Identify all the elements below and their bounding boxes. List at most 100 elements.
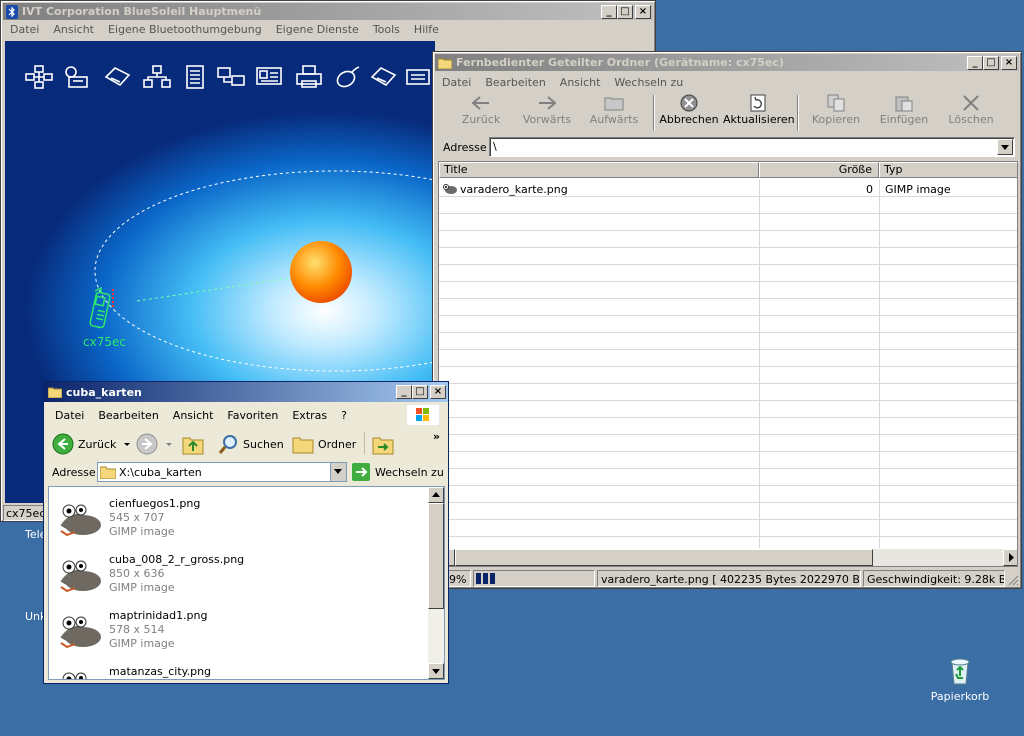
address-combobox[interactable]: \ [489,137,1015,157]
list-item[interactable]: matanzas_city.png [57,663,427,679]
minimize-button[interactable]: _ [396,385,412,399]
explorer-titlebar[interactable]: cuba_karten _ □ × [44,382,448,402]
grid-line [439,316,1017,333]
arrow-right-icon [539,96,556,110]
local-device-sun[interactable] [290,241,352,303]
arrow-left-icon [52,433,74,455]
folder-sync-icon[interactable] [372,433,394,455]
abort-button[interactable]: Abbrechen [659,93,719,133]
explorer-toolbar: Zurück Suchen Ordner » [48,430,444,458]
toolbar-overflow-icon[interactable]: » [433,430,440,443]
grid-line [439,384,1017,401]
column-type-label: Typ [884,163,903,176]
menu-datei[interactable]: Datei [3,23,46,36]
copy-icon [827,94,845,112]
go-button[interactable]: Wechseln zu [352,462,444,482]
grid-line [439,248,1017,265]
grid-line [439,469,1017,486]
file-dimensions: 850 x 636 [109,567,165,580]
forward-button[interactable]: Vorwärts [517,93,577,133]
column-title[interactable]: Title [439,162,759,178]
abort-label: Abbrechen [659,113,719,126]
chevron-down-icon[interactable] [164,439,174,449]
chevron-up-icon [432,492,440,497]
address-value: \ [493,140,497,153]
address-dropdown-button[interactable] [997,139,1013,155]
scroll-thumb[interactable] [455,549,873,566]
menu-bearbeiten[interactable]: Bearbeiten [91,409,165,422]
list-item[interactable]: cienfuegos1.png 545 x 707 GIMP image [57,495,427,551]
grid-line [439,265,1017,282]
forward-button[interactable] [136,432,174,456]
maximize-button[interactable]: □ [412,385,428,399]
phone-icon[interactable] [89,287,119,331]
bluetooth-icon [6,4,18,19]
horizontal-scrollbar[interactable] [439,549,1017,566]
paste-label: Einfügen [879,113,929,126]
search-button[interactable]: Suchen [218,432,284,456]
explorer-menubar: Datei Bearbeiten Ansicht Favoriten Extra… [48,406,446,424]
back-label: Zurück [78,437,117,451]
back-button[interactable]: Zurück [52,432,132,456]
menu-tools[interactable]: Tools [366,23,407,36]
menu-help[interactable]: ? [334,409,354,422]
menu-ansicht[interactable]: Ansicht [46,23,101,36]
gimp-file-icon [60,616,101,649]
vertical-scrollbar[interactable] [428,487,444,679]
table-row[interactable]: varadero_karte.png 0 GIMP image [439,181,1017,198]
menu-bluetoothumgebung[interactable]: Eigene Bluetoothumgebung [101,23,269,36]
status-speed-panel: Geschwindigkeit: 9.28k Bytes/s [863,570,1005,587]
file-name: varadero_karte.png [460,183,568,196]
delete-button[interactable]: Löschen [939,93,1003,133]
up-button[interactable]: Aufwärts [583,93,645,133]
menu-eigene-dienste[interactable]: Eigene Dienste [269,23,366,36]
scroll-right-button[interactable] [1003,549,1017,566]
back-button[interactable]: Zurück [451,93,511,133]
file-type: GIMP image [109,581,175,594]
scroll-up-button[interactable] [428,487,444,503]
scroll-thumb[interactable] [428,503,444,609]
chevron-right-icon [1009,553,1014,562]
bluesoleil-status-bar: cx75ec [3,505,45,521]
refresh-button[interactable]: Aktualisieren [723,93,795,133]
file-name: cienfuegos1.png [109,497,201,510]
scroll-down-button[interactable] [428,663,444,679]
list-item[interactable]: cuba_008_2_r_gross.png 850 x 636 GIMP imag… [57,551,427,607]
recycle-bin-label: Papierkorb [930,690,990,703]
folder-icon [292,437,314,454]
column-size[interactable]: Größe [759,162,879,178]
grid-line [439,418,1017,435]
remote-folder-status-bar: 19% varadero_karte.png [ 402235 Bytes 20… [437,570,1019,587]
remote-folder-window: Fernbedienter Geteilter Ordner (Gerätnam… [432,51,1022,589]
status-transfer: varadero_karte.png [ 402235 Bytes 202297… [601,573,860,586]
resize-grip-icon[interactable] [1007,574,1019,586]
paste-icon [895,96,913,112]
list-item[interactable]: maptrinidad1.png 578 x 514 GIMP image [57,607,427,663]
address-label: Adresse [443,141,487,154]
close-button[interactable]: × [430,385,446,399]
menu-datei[interactable]: Datei [48,409,91,422]
column-type[interactable]: Typ [879,162,1017,178]
paste-button[interactable]: Einfügen [871,93,937,133]
grid-line [439,503,1017,520]
file-type: GIMP image [109,525,175,538]
copy-button[interactable]: Kopieren [803,93,869,133]
explorer-title: cuba_karten [66,385,142,399]
grid-line [439,486,1017,503]
file-name: maptrinidad1.png [109,609,208,622]
progress-block [490,573,495,584]
menu-favoriten[interactable]: Favoriten [220,409,285,422]
folder-icon [48,387,62,398]
search-label: Suchen [243,437,284,451]
recycle-bin[interactable]: Papierkorb [930,652,990,708]
address-combobox[interactable]: X:\cuba_karten [97,462,347,482]
folders-button[interactable]: Ordner [292,432,356,456]
address-label: Adresse [52,466,96,479]
menu-ansicht[interactable]: Ansicht [166,409,221,422]
address-dropdown-button[interactable] [330,463,346,481]
chevron-down-icon[interactable] [122,439,132,449]
menu-extras[interactable]: Extras [285,409,334,422]
file-dimensions: 578 x 514 [109,623,165,636]
file-type: GIMP image [885,183,951,196]
folder-up-icon[interactable] [182,433,204,455]
